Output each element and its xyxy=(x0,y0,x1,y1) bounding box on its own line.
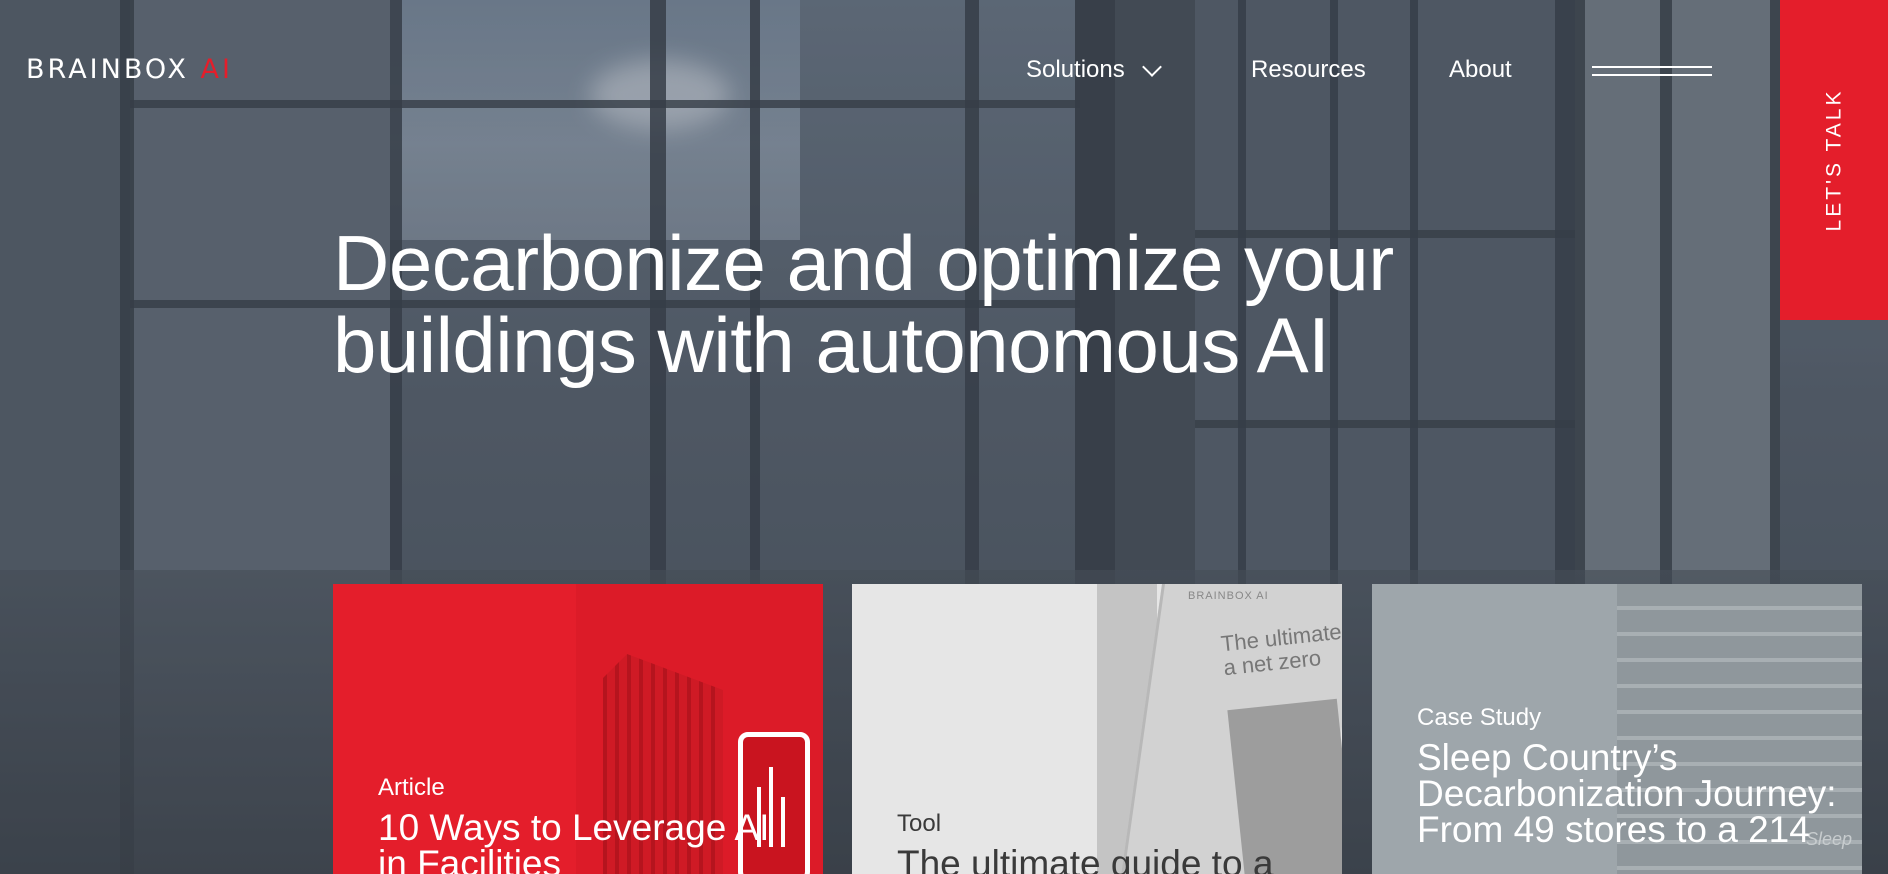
card-article[interactable]: Article 10 Ways to Leverage AI in Facili… xyxy=(333,584,823,874)
chevron-down-icon xyxy=(1141,57,1162,77)
nav-about[interactable]: About xyxy=(1449,56,1512,84)
headline-line-2: buildings with autonomous AI xyxy=(333,301,1330,389)
card-title: 10 Ways to Leverage AI in Facilities xyxy=(378,807,770,874)
hero-headline: Decarbonize and optimize your buildings … xyxy=(333,222,1433,386)
lets-talk-button[interactable]: LET'S TALK xyxy=(1780,0,1888,320)
book-brand-text: BRAINBOX AI xyxy=(1188,590,1269,602)
card-type-label: Tool xyxy=(897,810,942,837)
card-case-study[interactable]: Sleep Case Study Sleep Country’s Decarbo… xyxy=(1372,584,1862,874)
lets-talk-label: LET'S TALK xyxy=(1822,88,1846,232)
logo-text: BRAINBOX xyxy=(26,54,189,85)
logo-accent: AI xyxy=(200,54,233,85)
card-tool[interactable]: BRAINBOX AI The ultimate a net zero Tool… xyxy=(852,584,1342,874)
nav-solutions-label: Solutions xyxy=(1026,56,1125,83)
nav-resources[interactable]: Resources xyxy=(1251,56,1366,84)
hamburger-icon[interactable] xyxy=(1592,66,1712,78)
nav-solutions[interactable]: Solutions xyxy=(1026,56,1162,84)
nav-about-label: About xyxy=(1449,56,1512,83)
headline-line-1: Decarbonize and optimize your xyxy=(333,219,1394,307)
card-title: The ultimate guide to a xyxy=(897,843,1274,874)
card-title: Sleep Country’s Decarbonization Journey:… xyxy=(1417,737,1837,850)
card-type-label: Article xyxy=(378,774,445,801)
card-type-label: Case Study xyxy=(1417,704,1542,731)
brainbox-ai-logo[interactable]: BRAINBOX AI xyxy=(26,54,233,85)
nav-resources-label: Resources xyxy=(1251,56,1366,83)
